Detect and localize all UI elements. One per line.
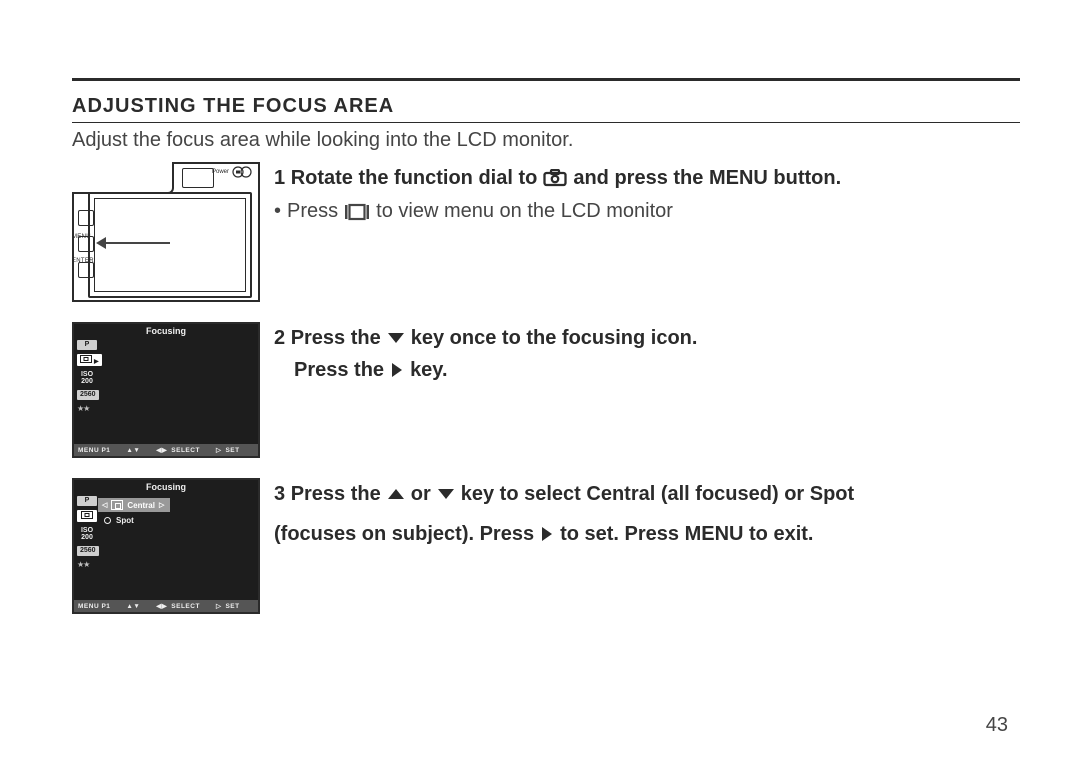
right-arrow-icon bbox=[390, 362, 404, 378]
step-1-sub-b: to view menu on the LCD monitor bbox=[376, 200, 673, 223]
central-focus-icon bbox=[111, 500, 123, 510]
step-3-text-d: (focuses on subject). Press bbox=[274, 518, 534, 550]
iso-badge: ISO 200 bbox=[77, 370, 97, 386]
step-1-number: 1 bbox=[274, 162, 285, 194]
camera-mode-icon bbox=[543, 169, 567, 187]
quality-stars-icon-2: ★★ bbox=[77, 560, 89, 569]
option-spot: Spot bbox=[98, 512, 170, 525]
intro-text: Adjust the focus area while looking into… bbox=[72, 129, 1020, 152]
step-2-number: 2 bbox=[274, 322, 285, 354]
updown-hint-icon-2: ▲▼ bbox=[126, 603, 140, 610]
iso-badge-2: ISO 200 bbox=[77, 526, 97, 542]
lcd-menu-title: Focusing bbox=[74, 326, 258, 336]
step-1: Power MENU ENTER bbox=[72, 162, 1020, 302]
option-central: ◁ Central ▷ bbox=[98, 498, 170, 512]
step-3-text-a: Press the bbox=[291, 478, 381, 510]
lcd-footer-2: MENU P1 ▲▼ ◀▶SELECT ▷SET bbox=[74, 600, 258, 612]
right-hint-icon: ▷ bbox=[216, 446, 222, 454]
focus-badge: ▶ bbox=[77, 354, 102, 367]
step-1-text-a: Rotate the function dial to bbox=[291, 162, 538, 194]
step-2-text-c: Press the bbox=[294, 354, 384, 386]
step-2: Focusing P ▶ ISO 200 2560 ★★ MENU P1 ▲▼ … bbox=[72, 322, 1020, 458]
step-2-text-d: key. bbox=[410, 354, 447, 386]
lcd-screenshot-focusing-select: Focusing P ISO 200 2560 ★★ ◁ Central ▷ bbox=[72, 478, 260, 614]
step-1-text-b: and press the MENU button. bbox=[573, 162, 841, 194]
lcd-frame-icon bbox=[88, 192, 252, 298]
manual-page: ADJUSTING THE FOCUS AREA Adjust the focu… bbox=[0, 0, 1080, 765]
right-hint-icon-2: ▷ bbox=[216, 602, 222, 610]
right-arrow-icon-2 bbox=[540, 526, 554, 542]
step-2-text-b: key once to the focusing icon. bbox=[411, 322, 698, 354]
step-2-text-a: Press the bbox=[291, 322, 381, 354]
step-3-text-b: or bbox=[411, 478, 431, 510]
top-rule bbox=[72, 78, 1020, 81]
camera-back-illustration: Power MENU ENTER bbox=[72, 162, 260, 302]
focus-badge-2 bbox=[77, 510, 97, 523]
leftright-hint-icon: ◀▶ bbox=[156, 446, 167, 454]
step-3: Focusing P ISO 200 2560 ★★ ◁ Central ▷ bbox=[72, 478, 1020, 614]
section-heading: ADJUSTING THE FOCUS AREA bbox=[72, 95, 1020, 118]
step-1-sub-a: Press bbox=[287, 200, 338, 223]
step-3-text-e: to set. Press MENU to exit. bbox=[560, 518, 813, 550]
step-3-text-c: key to select Central (all focused) or S… bbox=[461, 478, 854, 510]
resolution-badge-2: 2560 bbox=[77, 546, 99, 556]
updown-hint-icon: ▲▼ bbox=[126, 447, 140, 454]
lcd-screenshot-focusing: Focusing P ▶ ISO 200 2560 ★★ MENU P1 ▲▼ … bbox=[72, 322, 260, 458]
up-arrow-icon bbox=[387, 487, 405, 501]
page-number: 43 bbox=[986, 714, 1008, 737]
spot-focus-icon bbox=[102, 515, 112, 525]
leftright-hint-icon-2: ◀▶ bbox=[156, 602, 167, 610]
monitor-toggle-icon bbox=[344, 203, 370, 221]
heading-rule bbox=[72, 122, 1020, 123]
quality-stars-icon: ★★ bbox=[77, 404, 89, 413]
down-arrow-icon-2 bbox=[437, 487, 455, 501]
bullet-icon: • bbox=[274, 200, 281, 223]
mode-badge-2: P bbox=[77, 496, 97, 506]
lcd-menu-title-2: Focusing bbox=[74, 482, 258, 492]
mode-badge: P bbox=[77, 340, 97, 350]
lcd-footer: MENU P1 ▲▼ ◀▶SELECT ▷SET bbox=[74, 444, 258, 456]
power-switch-icon: Power bbox=[212, 166, 254, 178]
step-3-number: 3 bbox=[274, 478, 285, 510]
resolution-badge: 2560 bbox=[77, 390, 99, 400]
down-arrow-icon bbox=[387, 331, 405, 345]
